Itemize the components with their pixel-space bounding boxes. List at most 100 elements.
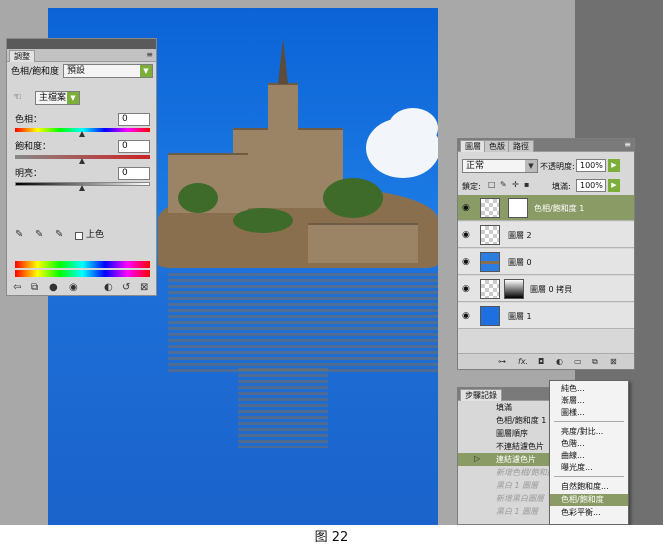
layer-thumb (480, 306, 500, 326)
cloud (388, 108, 438, 148)
water-reflection (168, 273, 438, 373)
menu-item-curves[interactable]: 曲線... (550, 450, 628, 462)
eyedropper-icon[interactable]: ✎ (15, 229, 23, 241)
back-arrow-icon[interactable]: ⇦ (13, 282, 21, 294)
reset-icon[interactable]: ↺ (122, 282, 130, 294)
adjustment-layer-icon (480, 198, 500, 218)
menu-item-hue-saturation[interactable]: 色相/飽和度 (550, 494, 628, 506)
eyedropper-plus-icon[interactable]: ✎ (35, 229, 43, 241)
add-mask-icon[interactable]: ◘ (538, 357, 544, 366)
layer-row[interactable]: ◉ 色相/飽和度 1 (458, 195, 634, 221)
layers-tabbar: 圖層 色版 路徑 ≡ (458, 139, 634, 152)
opacity-input[interactable]: 100% (576, 159, 606, 172)
tab-channels[interactable]: 色版 (484, 140, 510, 152)
menu-item-color-balance[interactable]: 色彩平衡... (550, 507, 628, 519)
panel-menu-icon[interactable]: ≡ (624, 141, 631, 149)
colorize-checkbox[interactable] (75, 232, 83, 240)
abbey-spire (278, 38, 288, 84)
menu-item-vibrance[interactable]: 自然飽和度... (550, 481, 628, 493)
abbey-building (268, 83, 298, 133)
blend-mode-dropdown[interactable]: 正常 ▼ (462, 159, 538, 173)
figure-caption: 图 22 (314, 530, 349, 545)
new-group-icon[interactable]: ▭ (574, 357, 582, 366)
hue-slider-thumb[interactable] (79, 131, 85, 137)
fill-input[interactable]: 100% (576, 179, 606, 192)
menu-separator (554, 421, 624, 422)
hue-label: 色相： (15, 115, 43, 125)
layer-mask-thumb[interactable] (508, 198, 528, 218)
layer-row[interactable]: ◉ 圖層 2 (458, 222, 634, 248)
menu-separator (554, 476, 624, 477)
menu-item-exposure[interactable]: 曝光度... (550, 462, 628, 474)
history-brush-icon[interactable]: ▷ (474, 453, 480, 465)
tab-paths[interactable]: 路徑 (508, 140, 534, 152)
lightness-input[interactable]: 0 (118, 167, 150, 180)
eye-icon[interactable]: ◉ (462, 257, 470, 267)
channel-value: 主檔案 (39, 93, 67, 103)
eye-icon[interactable]: ◉ (462, 311, 470, 321)
layers-panel: 圖層 色版 路徑 ≡ 正常 ▼ 不透明度: 100% ▶ 鎖定: □ ✎ ✛ ▪… (457, 138, 635, 370)
menu-item-levels[interactable]: 色階... (550, 438, 628, 450)
adjustment-layer-menu: 純色... 漸層... 圖樣... 亮度/對比... 色階... 曲線... 曝… (549, 380, 629, 525)
layers-footer: ⊶ fx. ◘ ◐ ▭ ⧉ ⊠ (458, 353, 634, 369)
panel-titlebar[interactable] (7, 39, 156, 49)
layer-mask-thumb[interactable] (504, 279, 524, 299)
menu-item-brightness-contrast[interactable]: 亮度/對比... (550, 426, 628, 438)
layer-row[interactable]: ◉ 圖層 0 拷貝 (458, 276, 634, 302)
tab-layers[interactable]: 圖層 (460, 140, 486, 152)
blend-mode-value: 正常 (466, 161, 485, 171)
clip-layer-icon[interactable]: ⧉ (31, 282, 38, 294)
menu-item-solid-color[interactable]: 純色... (550, 383, 628, 395)
lightness-slider-thumb[interactable] (79, 185, 85, 191)
chevron-down-icon: ▼ (140, 65, 152, 77)
fx-icon[interactable]: fx. (518, 357, 528, 366)
layer-row[interactable]: ◉ 圖層 0 (458, 249, 634, 275)
eyedropper-minus-icon[interactable]: ✎ (55, 229, 63, 241)
preset-dropdown[interactable]: 預設 ▼ (63, 64, 153, 78)
channel-dropdown[interactable]: 主檔案 ▼ (35, 91, 80, 105)
visibility-toggle-icon[interactable]: ● (49, 282, 58, 294)
lock-all-icon[interactable]: ▪ (524, 179, 529, 191)
opacity-slider-arrow[interactable]: ▶ (608, 159, 620, 172)
panel-menu-icon[interactable]: ≡ (146, 51, 153, 59)
tab-adjustments[interactable]: 調整 (9, 50, 35, 62)
panel-tabbar: 調整 ≡ (7, 49, 156, 62)
opacity-label: 不透明度: (540, 162, 575, 171)
eye-icon[interactable]: ◉ (462, 284, 470, 294)
previous-state-icon[interactable]: ◐ (104, 282, 113, 294)
hand-adjust-icon[interactable]: ☜ (13, 92, 22, 104)
new-layer-icon[interactable]: ⧉ (592, 357, 598, 367)
town-building (308, 223, 418, 263)
layer-name: 圖層 0 拷貝 (530, 285, 573, 294)
lock-label: 鎖定: (462, 182, 481, 191)
lock-transparency-icon[interactable]: □ (488, 179, 496, 191)
colorize-label: 上色 (86, 230, 105, 240)
trash-icon[interactable]: ⊠ (140, 282, 148, 294)
saturation-slider-thumb[interactable] (79, 158, 85, 164)
lock-pixels-icon[interactable]: ✎ (500, 179, 507, 191)
tab-history[interactable]: 步驟記錄 (460, 389, 502, 401)
eye-icon[interactable]: ◉ (462, 230, 470, 240)
lock-position-icon[interactable]: ✛ (512, 179, 519, 191)
fill-slider-arrow[interactable]: ▶ (608, 179, 620, 192)
layer-row[interactable]: ◉ 圖層 1 (458, 303, 634, 329)
fill-label: 填滿: (552, 182, 571, 191)
hue-input[interactable]: 0 (118, 113, 150, 126)
eye-icon[interactable]: ◉ (462, 203, 470, 213)
new-adjustment-icon[interactable]: ◐ (556, 357, 563, 366)
layer-name: 圖層 1 (508, 312, 532, 321)
menu-item-pattern[interactable]: 圖樣... (550, 407, 628, 419)
layer-thumb (480, 225, 500, 245)
adjustments-panel: 調整 ≡ 色相/飽和度 預設 ▼ ☜ 主檔案 ▼ 色相： 0 飽和度： 0 明亮… (6, 38, 157, 296)
tree-cluster (323, 178, 383, 218)
tree-cluster (178, 183, 218, 213)
saturation-input[interactable]: 0 (118, 140, 150, 153)
eye-icon[interactable]: ◉ (69, 282, 78, 294)
photoshop-workspace: 調整 ≡ 色相/飽和度 預設 ▼ ☜ 主檔案 ▼ 色相： 0 飽和度： 0 明亮… (0, 0, 663, 525)
menu-item-gradient[interactable]: 漸層... (550, 395, 628, 407)
link-layers-icon[interactable]: ⊶ (498, 357, 506, 366)
spectrum-bar-top (15, 261, 150, 268)
trash-icon[interactable]: ⊠ (610, 357, 617, 366)
lightness-label: 明亮： (15, 169, 43, 179)
chevron-down-icon: ▼ (67, 92, 79, 104)
